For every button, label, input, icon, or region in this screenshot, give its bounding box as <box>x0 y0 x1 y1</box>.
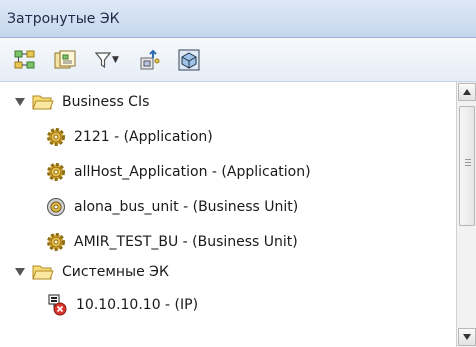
cube-view-button[interactable] <box>174 46 204 74</box>
tree-item[interactable]: allHost_Application - (Application) <box>46 157 311 187</box>
toolbar: ▼ <box>0 38 476 82</box>
tree-group-label: Business CIs <box>62 94 150 110</box>
tree-item[interactable]: 2121 - (Application) <box>46 122 213 152</box>
tree-group-business-cis[interactable]: Business CIs <box>14 87 149 117</box>
ip-error-icon <box>48 294 67 316</box>
scrollbar-thumb[interactable] <box>459 106 475 226</box>
tree-item-label: AMIR_TEST_BU - (Business Unit) <box>74 234 298 250</box>
properties-icon <box>54 50 76 68</box>
affected-ci-panel: Затронутые ЭК ▼ Business CIs 2121 - (App… <box>0 0 476 347</box>
panel-title: Затронутые ЭК <box>7 10 120 27</box>
scroll-up-button[interactable] <box>458 83 476 101</box>
vertical-scrollbar[interactable] <box>456 82 476 347</box>
cube-view-icon <box>178 49 200 70</box>
expander-icon[interactable] <box>14 266 26 278</box>
thumb-grip <box>465 159 471 160</box>
filter-dropdown-button[interactable]: ▼ <box>90 46 124 74</box>
tree-layout-icon <box>14 50 35 68</box>
gear-icon <box>47 233 65 251</box>
tree-item-label: allHost_Application - (Application) <box>74 164 311 180</box>
tree-layout-button[interactable] <box>10 46 40 74</box>
import-button[interactable] <box>134 46 164 74</box>
folder-open-icon <box>32 265 54 280</box>
gear-icon <box>47 163 65 181</box>
thumb-grip <box>465 165 471 166</box>
tree-item[interactable]: alona_bus_unit - (Business Unit) <box>46 192 298 222</box>
expander-icon[interactable] <box>14 96 26 108</box>
filter-icon <box>95 51 112 68</box>
ci-tree: Business CIs 2121 - (Application) allHos… <box>0 82 456 347</box>
tree-item-label: 2121 - (Application) <box>74 129 213 145</box>
properties-button[interactable] <box>50 46 80 74</box>
scroll-down-button[interactable] <box>458 328 476 346</box>
tree-group-label: Системные ЭК <box>62 264 169 280</box>
tree-item[interactable]: 10.10.10.10 - (IP) <box>46 290 198 320</box>
chevron-down-icon: ▼ <box>112 54 119 65</box>
tree-item-label: 10.10.10.10 - (IP) <box>76 297 199 313</box>
tree-item-label: alona_bus_unit - (Business Unit) <box>74 199 299 215</box>
chevron-up-icon <box>463 89 471 95</box>
import-icon <box>140 49 160 69</box>
business-unit-icon <box>47 198 65 216</box>
panel-titlebar: Затронутые ЭК <box>0 0 476 38</box>
chevron-down-icon <box>463 334 471 340</box>
tree-item[interactable]: AMIR_TEST_BU - (Business Unit) <box>46 227 298 257</box>
tree-group-system-cis[interactable]: Системные ЭК <box>14 257 169 287</box>
folder-open-icon <box>32 95 54 110</box>
gear-icon <box>47 128 65 146</box>
thumb-grip <box>465 162 471 163</box>
